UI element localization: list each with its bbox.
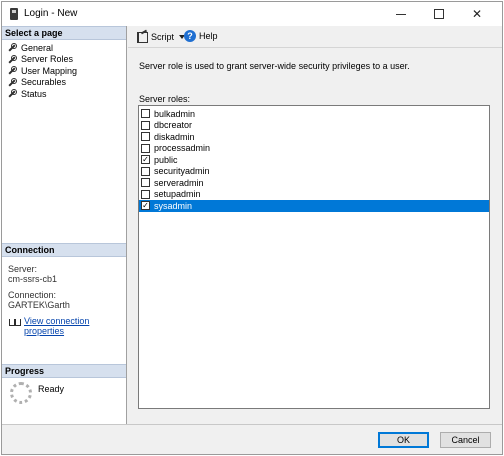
page-description: Server role is used to grant server-wide…: [139, 61, 410, 71]
role-checkbox[interactable]: ✓: [141, 201, 150, 211]
role-row-processadmin[interactable]: processadmin: [139, 143, 489, 155]
connection-properties-icon: [9, 317, 21, 326]
role-checkbox[interactable]: ✓: [141, 155, 150, 165]
wrench-icon: [7, 54, 17, 64]
button-bar: OK Cancel: [2, 424, 502, 454]
role-name: public: [154, 154, 178, 165]
help-icon: ?: [184, 30, 196, 42]
cancel-button[interactable]: Cancel: [440, 432, 491, 448]
script-button[interactable]: Script: [136, 31, 186, 43]
role-row-diskadmin[interactable]: diskadmin: [139, 131, 489, 143]
wrench-icon: [7, 77, 17, 87]
role-row-sysadmin[interactable]: ✓ sysadmin: [139, 200, 489, 212]
role-row-bulkadmin[interactable]: bulkadmin: [139, 108, 489, 120]
role-name: serveradmin: [154, 177, 204, 188]
close-icon: ✕: [471, 7, 483, 21]
role-checkbox[interactable]: [141, 132, 150, 142]
server-label: Server:: [8, 264, 38, 274]
sidebar-item-label: General: [21, 42, 54, 53]
view-connection-properties-link[interactable]: View connection properties: [24, 316, 126, 336]
role-name: dbcreator: [154, 120, 193, 131]
role-row-serveradmin[interactable]: serveradmin: [139, 177, 489, 189]
help-label: Help: [199, 31, 218, 41]
ok-button[interactable]: OK: [378, 432, 429, 448]
sidebar-item-general[interactable]: General: [2, 42, 126, 54]
role-row-setupadmin[interactable]: setupadmin: [139, 189, 489, 201]
progress-status: Ready: [38, 384, 65, 394]
role-checkbox[interactable]: [141, 166, 150, 176]
sidebar-item-server-roles[interactable]: Server Roles: [2, 54, 126, 66]
wrench-icon: [7, 66, 17, 75]
sidebar-item-label: Securables: [21, 77, 67, 88]
sidebar-item-securables[interactable]: Securables: [2, 77, 126, 89]
left-panel: Select a page General Server Roles User …: [2, 26, 127, 424]
role-row-securityadmin[interactable]: securityadmin: [139, 166, 489, 178]
wrench-icon: [7, 89, 17, 98]
connection-value: GARTEK\Garth: [8, 300, 70, 310]
sidebar-item-user-mapping[interactable]: User Mapping: [2, 65, 126, 77]
select-page-header: Select a page: [2, 26, 126, 40]
app-icon: [10, 8, 18, 20]
help-button[interactable]: ? Help: [184, 30, 218, 42]
role-name: sysadmin: [154, 200, 193, 211]
sidebar-item-status[interactable]: Status: [2, 88, 126, 100]
server-roles-page: Server role is used to grant server-wide…: [128, 49, 502, 424]
role-checkbox[interactable]: [141, 143, 150, 153]
role-name: securityadmin: [154, 166, 210, 177]
sidebar-item-label: User Mapping: [21, 65, 78, 76]
window-title: Login - New: [24, 8, 78, 19]
maximize-icon: [434, 9, 444, 19]
login-new-window: Login - New ✕ Select a page General Serv…: [1, 1, 503, 455]
sidebar-item-label: Server Roles: [21, 54, 74, 65]
toolbar: Script ? Help: [128, 26, 502, 48]
server-value: cm-ssrs-cb1: [8, 274, 57, 284]
role-name: diskadmin: [154, 131, 195, 142]
connection-label: Connection:: [8, 290, 57, 300]
role-row-public[interactable]: ✓ public: [139, 154, 489, 166]
role-checkbox[interactable]: [141, 178, 150, 188]
progress-header: Progress: [2, 364, 126, 378]
close-button[interactable]: ✕: [460, 2, 494, 26]
role-checkbox[interactable]: [141, 109, 150, 119]
server-roles-list[interactable]: bulkadmin dbcreator diskadmin processadmin ✓…: [138, 105, 490, 409]
connection-header: Connection: [2, 243, 126, 257]
role-name: setupadmin: [154, 189, 201, 200]
maximize-button[interactable]: [422, 2, 456, 26]
server-roles-label: Server roles:: [139, 94, 191, 104]
wrench-icon: [7, 43, 17, 52]
role-checkbox[interactable]: [141, 189, 150, 199]
sidebar-item-label: Status: [21, 88, 47, 99]
script-label: Script: [151, 31, 175, 42]
minimize-icon: [396, 13, 406, 15]
script-icon: [136, 31, 148, 43]
role-row-dbcreator[interactable]: dbcreator: [139, 120, 489, 132]
role-name: bulkadmin: [154, 108, 196, 119]
role-name: processadmin: [154, 143, 211, 154]
page-nav: General Server Roles User Mapping Secura…: [2, 42, 126, 100]
title-bar[interactable]: Login - New ✕: [2, 2, 502, 26]
minimize-button[interactable]: [384, 2, 418, 26]
progress-spinner-icon: [10, 382, 32, 404]
role-checkbox[interactable]: [141, 120, 150, 130]
